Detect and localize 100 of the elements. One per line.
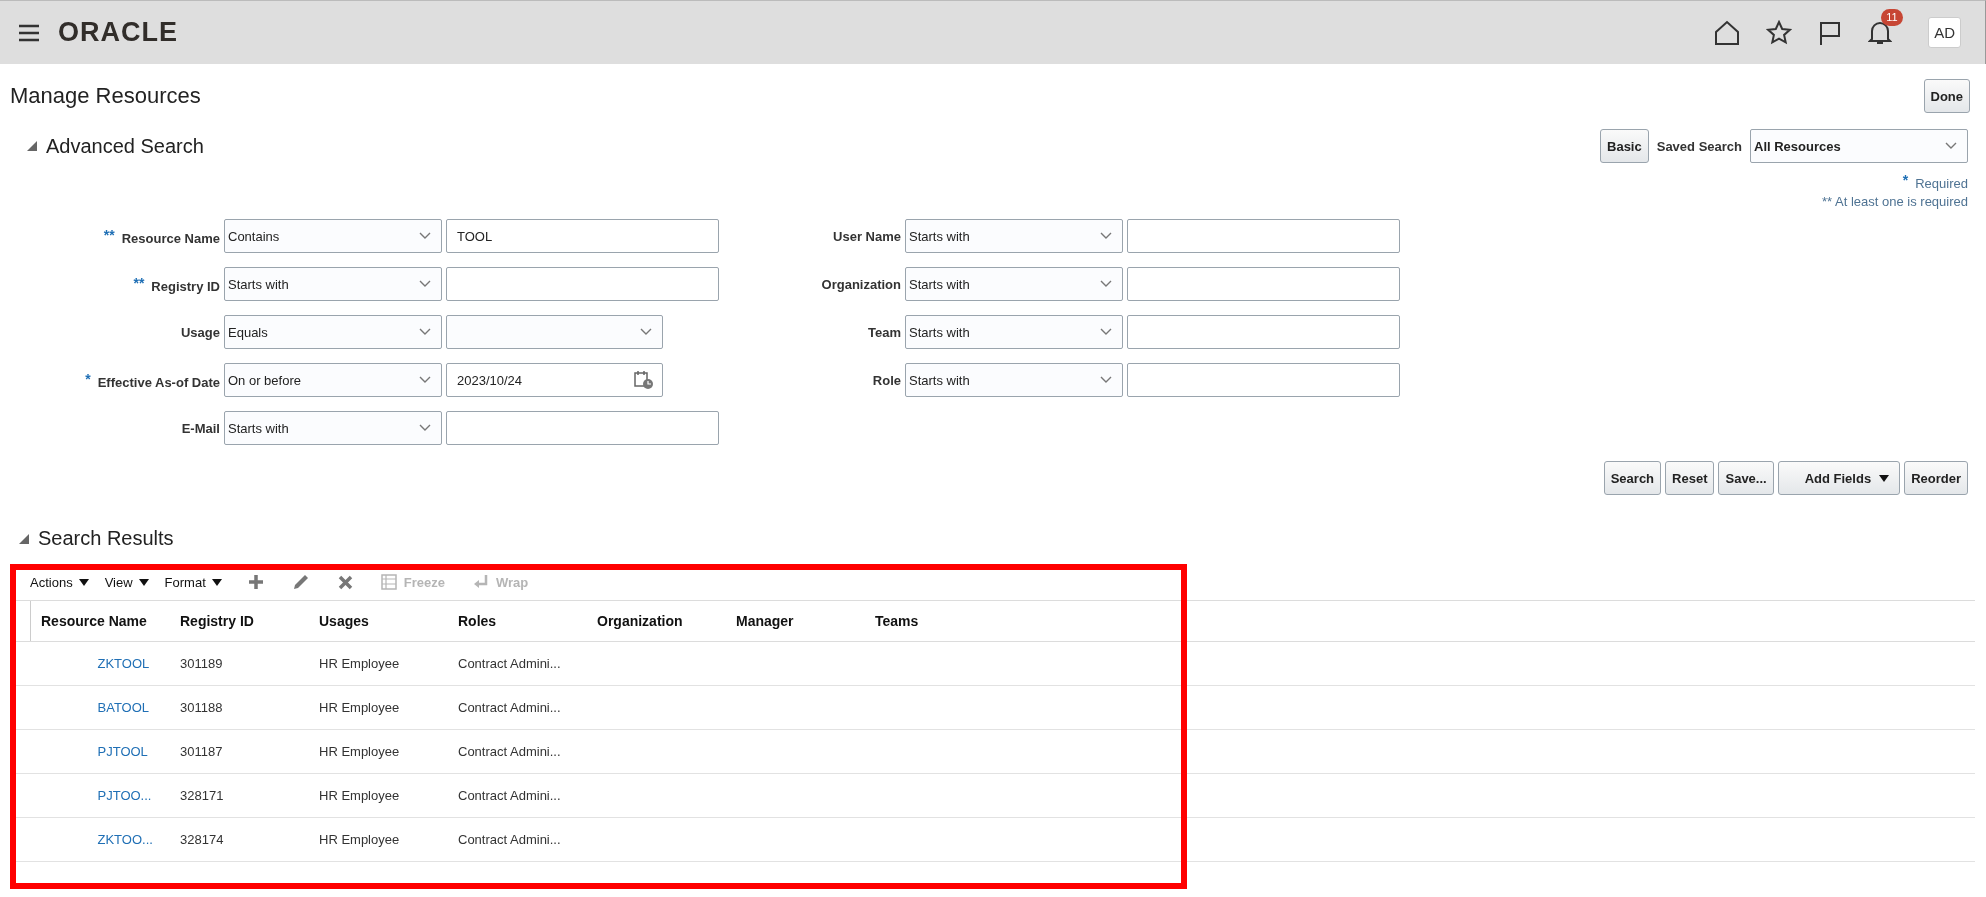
star-icon[interactable]	[1766, 19, 1793, 46]
chevron-down-icon	[419, 328, 431, 336]
done-button[interactable]: Done	[1923, 79, 1970, 113]
operator-dropdown[interactable]: On or before	[224, 363, 442, 397]
value-field[interactable]	[446, 411, 719, 445]
chevron-down-icon	[1100, 376, 1112, 384]
delete-icon[interactable]	[337, 574, 353, 590]
search-action-button[interactable]: Reset	[1665, 461, 1715, 495]
chevron-down-icon	[419, 280, 431, 288]
section-title: Advanced Search	[46, 134, 204, 158]
table-cell: Contract Admini...	[448, 773, 587, 818]
required-mark: *	[85, 370, 91, 387]
chevron-down-icon	[419, 424, 431, 432]
required-mark: **	[133, 274, 145, 291]
table-cell: 301188	[170, 685, 309, 730]
section-title: Search Results	[38, 527, 174, 550]
calendar-icon[interactable]	[634, 370, 654, 390]
home-icon[interactable]	[1714, 19, 1741, 46]
expanded-triangle-icon[interactable]	[26, 140, 38, 152]
field-label: Effective As-of Date	[97, 374, 220, 390]
column-header[interactable]: Organization	[587, 600, 726, 642]
wrap-arrow-icon	[472, 574, 489, 590]
toolbar-menu[interactable]: View	[104, 574, 149, 590]
menu-icon[interactable]	[18, 23, 40, 42]
column-header[interactable]: Manager	[726, 600, 865, 642]
field-label: Team	[868, 324, 901, 340]
operator-dropdown[interactable]: Starts with	[905, 219, 1123, 253]
table-cell: Contract Admini...	[448, 641, 587, 686]
table-cell: Contract Admini...	[448, 729, 587, 774]
table-cell: 301187	[170, 729, 309, 774]
resource-name-link[interactable]: PJTOOL	[30, 729, 170, 774]
value-field[interactable]	[446, 267, 719, 301]
operator-dropdown[interactable]: Contains	[224, 219, 442, 253]
table-cell: HR Employee	[309, 641, 448, 686]
value-field[interactable]	[1127, 363, 1400, 397]
value-field[interactable]	[1127, 267, 1400, 301]
saved-search-dropdown[interactable]: All Resources	[1750, 129, 1968, 163]
table-cell: HR Employee	[309, 817, 448, 862]
at-least-one-note: ** At least one is required	[1822, 194, 1968, 209]
table-cell: Contract Admini...	[448, 817, 587, 862]
field-label: Usage	[180, 324, 220, 340]
flag-icon[interactable]	[1818, 19, 1843, 46]
saved-search-label: Saved Search	[1656, 138, 1742, 154]
operator-dropdown[interactable]: Starts with	[224, 267, 442, 301]
field-label: User Name	[833, 228, 901, 244]
pencil-icon[interactable]	[291, 573, 310, 591]
date-field[interactable]: 2023/10/24	[446, 363, 663, 397]
required-note: Required	[1915, 176, 1968, 191]
user-avatar[interactable]: AD	[1928, 17, 1961, 48]
field-label: Role	[872, 372, 901, 388]
table-cell: HR Employee	[309, 773, 448, 818]
resource-name-link[interactable]: BATOOL	[30, 685, 170, 730]
caret-icon	[1879, 474, 1890, 482]
chevron-down-icon	[1945, 142, 1957, 150]
operator-dropdown[interactable]: Equals	[224, 315, 442, 349]
field-label: Resource Name	[121, 230, 220, 246]
operator-dropdown[interactable]: Starts with	[224, 411, 442, 445]
table-cell: 328174	[170, 817, 309, 862]
search-action-button[interactable]: Save...	[1718, 461, 1774, 495]
operator-dropdown[interactable]: Starts with	[905, 315, 1123, 349]
chevron-down-icon	[419, 232, 431, 240]
search-action-button[interactable]: Reorder	[1904, 461, 1968, 495]
table-cell: HR Employee	[309, 685, 448, 730]
chevron-down-icon	[419, 376, 431, 384]
oracle-logo[interactable]: ORACLE	[58, 17, 178, 48]
basic-button[interactable]: Basic	[1600, 129, 1649, 163]
plus-icon[interactable]	[247, 574, 264, 590]
search-action-button[interactable]: Search	[1603, 461, 1662, 495]
value-dropdown[interactable]	[446, 315, 663, 349]
toolbar-menu[interactable]: Format	[164, 574, 222, 590]
column-header[interactable]: Teams	[865, 600, 1004, 642]
field-label: Registry ID	[151, 278, 220, 294]
operator-dropdown[interactable]: Starts with	[905, 267, 1123, 301]
resource-name-link[interactable]: ZKTOO...	[30, 817, 170, 862]
table-cell: 301189	[170, 641, 309, 686]
toolbar-menu[interactable]: Actions	[30, 574, 89, 590]
expanded-triangle-icon[interactable]	[18, 532, 30, 545]
value-field[interactable]	[1127, 315, 1400, 349]
required-mark: **	[103, 226, 115, 243]
caret-icon	[138, 578, 149, 586]
table-cell: Contract Admini...	[448, 685, 587, 730]
operator-dropdown[interactable]: Starts with	[905, 363, 1123, 397]
resource-name-link[interactable]: PJTOO...	[30, 773, 170, 818]
chevron-down-icon	[1100, 280, 1112, 288]
caret-icon	[211, 578, 222, 586]
table-cell: HR Employee	[309, 729, 448, 774]
value-field[interactable]	[1127, 219, 1400, 253]
add-fields-menu-button[interactable]: Add Fields	[1777, 461, 1901, 495]
chevron-down-icon	[1100, 328, 1112, 336]
column-header[interactable]: Registry ID	[170, 600, 309, 642]
chevron-down-icon	[640, 328, 652, 336]
bell-icon[interactable]	[1868, 19, 1893, 46]
field-label: Organization	[821, 276, 901, 292]
column-header[interactable]: Resource Name	[30, 600, 170, 642]
resource-name-link[interactable]: ZKTOOL	[30, 641, 170, 686]
value-field[interactable]: TOOL	[446, 219, 719, 253]
column-header[interactable]: Roles	[448, 600, 587, 642]
page-title: Manage Resources	[10, 83, 201, 109]
column-header[interactable]: Usages	[309, 600, 448, 642]
chevron-down-icon	[1100, 232, 1112, 240]
